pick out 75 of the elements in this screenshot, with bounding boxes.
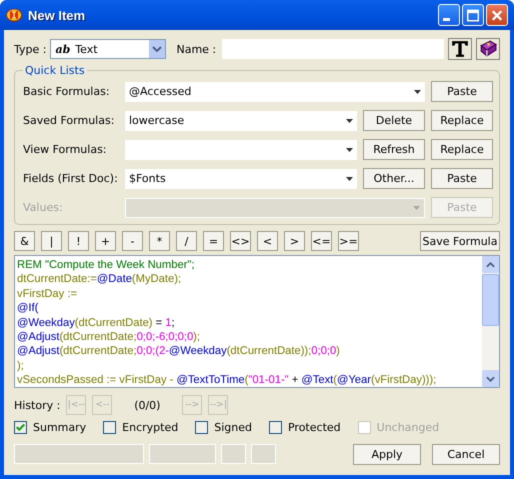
scroll-down-icon — [486, 376, 495, 382]
scrollbar[interactable] — [482, 256, 499, 387]
type-label: Type : — [14, 42, 46, 56]
book-icon — [479, 40, 497, 58]
operator-button[interactable]: = — [203, 231, 224, 251]
action-button[interactable]: Replace — [431, 139, 493, 160]
row-label: Basic Formulas: — [23, 85, 111, 98]
close-button[interactable] — [486, 4, 508, 26]
operator-button[interactable]: & — [14, 231, 35, 251]
operator-button[interactable]: | — [41, 231, 62, 251]
history-label: History : — [14, 398, 60, 412]
code-line: @Adjust(dtCurrentDate;0;0;(2-@Weekday(dtCurrentDate));0;0;0) — [17, 344, 341, 359]
app-icon — [6, 7, 22, 23]
group-title: Quick Lists — [24, 64, 86, 77]
code-line: dtCurrentDate:=@Date(MyDate); — [17, 272, 182, 287]
row-label: Values: — [23, 201, 64, 214]
code-line: ); — [17, 358, 25, 374]
minimize-button[interactable] — [438, 4, 460, 26]
operator-button[interactable]: > — [284, 231, 305, 251]
formula-dropdown[interactable]: $Fonts — [125, 168, 357, 188]
dropdown-arrow-icon — [346, 118, 353, 122]
code-line: @Adjust(dtCurrentDate;0;0;-6;0;0;0); — [17, 330, 202, 344]
action-button[interactable]: Paste — [431, 81, 493, 102]
code-line: @If( — [17, 301, 40, 316]
history-count: (0/0) — [133, 398, 162, 412]
operator-button[interactable]: <= — [311, 231, 332, 251]
status-pane — [221, 444, 246, 464]
row-label: View Formulas: — [23, 143, 108, 156]
formula-dropdown[interactable]: lowercase — [125, 110, 357, 130]
window-title: New Item — [28, 8, 86, 22]
help-book-button[interactable] — [476, 38, 500, 60]
action-button[interactable]: Delete — [363, 110, 425, 131]
letter-t-icon — [451, 40, 469, 58]
formula-editor[interactable] — [14, 255, 500, 388]
name-field[interactable] — [222, 39, 444, 59]
operator-button[interactable]: ! — [68, 231, 89, 251]
chevron-down-icon — [152, 46, 162, 52]
operator-button[interactable]: >= — [338, 231, 359, 251]
operator-button[interactable]: <> — [230, 231, 251, 251]
row-label: Saved Formulas: — [23, 114, 116, 127]
operator-button[interactable]: / — [176, 231, 197, 251]
status-pane — [149, 444, 216, 464]
checkbox-option[interactable]: Summary — [14, 420, 86, 434]
scroll-up-icon — [486, 262, 495, 268]
dropdown-arrow-icon — [413, 206, 420, 210]
code-line: vFirstDay := — [17, 286, 78, 302]
cancel-button[interactable]: Cancel — [432, 444, 500, 464]
code-line: vSecondsPassed := vFirstDay - @TextToTime("01-01-" + @Text(@Year(vFirstDay))); — [17, 373, 438, 387]
dropdown-arrow-icon — [414, 90, 421, 94]
operator-button[interactable]: - — [122, 231, 143, 251]
checkmark-icon — [15, 422, 26, 432]
status-pane — [251, 444, 276, 464]
maximize-button[interactable] — [462, 4, 484, 26]
dropdown-arrow-icon — [346, 176, 353, 180]
action-button[interactable]: Refresh — [363, 139, 425, 160]
minimize-icon — [443, 18, 450, 20]
checkbox-option[interactable]: Signed — [195, 420, 252, 434]
row-label: Fields (First Doc): — [23, 172, 119, 185]
operator-button[interactable]: + — [95, 231, 116, 251]
save-formula-button[interactable]: Save Formula — [420, 231, 500, 251]
action-button[interactable]: Replace — [431, 110, 493, 131]
operator-button[interactable]: * — [149, 231, 170, 251]
code-line: @Weekday(dtCurrentDate) = 1; — [17, 316, 176, 330]
checkbox-option[interactable]: Encrypted — [103, 420, 178, 434]
name-label: Name : — [176, 42, 216, 56]
dropdown-arrow-icon — [346, 148, 353, 152]
type-dropdown[interactable]: ab Text — [50, 39, 166, 59]
action-button[interactable]: Paste — [431, 168, 493, 189]
action-button[interactable]: Other... — [363, 168, 425, 189]
apply-button[interactable]: Apply — [353, 444, 421, 464]
checkbox-option[interactable]: Protected — [268, 420, 341, 434]
text-format-button[interactable] — [448, 38, 472, 60]
formula-dropdown[interactable]: @Accessed — [125, 82, 425, 102]
code-line: REM "Compute the Week Number"; — [17, 258, 196, 272]
operator-button[interactable]: < — [257, 231, 278, 251]
